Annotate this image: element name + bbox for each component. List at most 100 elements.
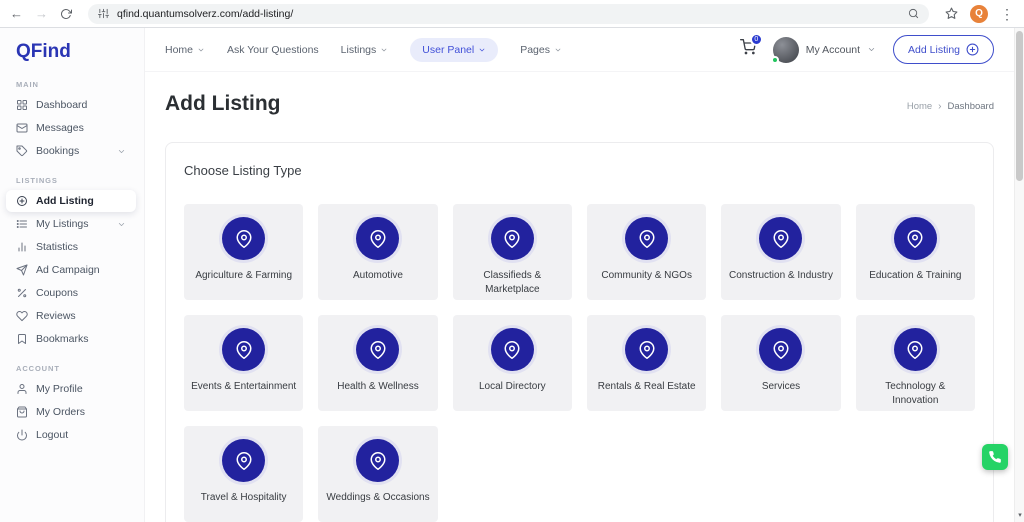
choose-listing-type-card: Choose Listing Type Agriculture & Farmin…	[165, 142, 994, 522]
user-avatar	[773, 37, 799, 63]
sidebar-item-dashboard[interactable]: Dashboard	[0, 94, 136, 116]
chevron-down-icon	[478, 46, 486, 54]
listing-type-label: Travel & Hospitality	[201, 491, 287, 505]
nav-item-home[interactable]: Home	[165, 44, 205, 56]
sidebar-item-reviews[interactable]: Reviews	[0, 305, 136, 327]
page-content: Add Listing Home › Dashboard Choose List…	[145, 72, 1014, 522]
refresh-icon[interactable]	[60, 8, 72, 20]
add-listing-icon	[16, 195, 28, 207]
listing-type-label: Local Directory	[479, 380, 546, 394]
listing-type-label: Health & Wellness	[337, 380, 419, 394]
nav-item-label: Listings	[341, 44, 377, 56]
sidebar-item-label: Dashboard	[36, 99, 87, 111]
add-listing-button[interactable]: Add Listing	[893, 35, 994, 64]
my-account-menu[interactable]: My Account	[773, 37, 876, 63]
sidebar-item-coupons[interactable]: Coupons	[0, 282, 136, 304]
nav-item-label: User Panel	[422, 44, 474, 56]
sidebar-item-label: My Profile	[36, 383, 83, 395]
listing-type-services[interactable]: Services	[721, 315, 840, 411]
statistics-icon	[16, 241, 28, 253]
location-pin-icon	[759, 328, 802, 371]
whatsapp-button[interactable]	[982, 444, 1008, 470]
breadcrumb: Home › Dashboard	[907, 101, 994, 112]
location-pin-icon	[356, 328, 399, 371]
listing-type-health-wellness[interactable]: Health & Wellness	[318, 315, 437, 411]
listing-type-local-directory[interactable]: Local Directory	[453, 315, 572, 411]
address-bar[interactable]: qfind.quantumsolverz.com/add-listing/	[88, 4, 929, 24]
back-icon[interactable]: ←	[10, 7, 23, 20]
bookmark-star-icon[interactable]	[945, 7, 958, 20]
sidebar-item-label: Add Listing	[36, 195, 94, 207]
sidebar-item-label: My Listings	[36, 218, 89, 230]
location-pin-icon	[625, 217, 668, 260]
listing-type-education-training[interactable]: Education & Training	[856, 204, 975, 300]
listing-type-label: Technology & Innovation	[862, 380, 968, 407]
scrollbar[interactable]: ▾	[1014, 28, 1024, 522]
listing-type-automotive[interactable]: Automotive	[318, 204, 437, 300]
nav-item-pages[interactable]: Pages	[520, 44, 562, 56]
listing-type-agriculture-farming[interactable]: Agriculture & Farming	[184, 204, 303, 300]
site-info-icon[interactable]	[98, 8, 109, 19]
sidebar-item-bookings[interactable]: Bookings	[0, 140, 136, 162]
sidebar-item-label: Messages	[36, 122, 84, 134]
location-pin-icon	[894, 328, 937, 371]
location-pin-icon	[894, 217, 937, 260]
listing-type-events-entertainment[interactable]: Events & Entertainment	[184, 315, 303, 411]
listing-type-travel-hospitality[interactable]: Travel & Hospitality	[184, 426, 303, 522]
listing-type-rentals-real-estate[interactable]: Rentals & Real Estate	[587, 315, 706, 411]
sidebar-item-my-listings[interactable]: My Listings	[0, 213, 136, 235]
plus-circle-icon	[966, 43, 979, 56]
sidebar-item-label: Reviews	[36, 310, 76, 322]
dashboard-icon	[16, 99, 28, 111]
nav-item-listings[interactable]: Listings	[341, 44, 389, 56]
chevron-down-icon	[197, 46, 205, 54]
scrollbar-thumb[interactable]	[1016, 31, 1023, 181]
location-pin-icon	[356, 217, 399, 260]
logout-icon	[16, 429, 28, 441]
nav-item-label: Home	[165, 44, 193, 56]
cart-button[interactable]: 0	[740, 39, 756, 60]
sidebar-item-logout[interactable]: Logout	[0, 424, 136, 446]
scroll-down-arrow[interactable]: ▾	[1015, 511, 1024, 521]
ad-campaign-icon	[16, 264, 28, 276]
url-text: qfind.quantumsolverz.com/add-listing/	[117, 8, 900, 20]
listing-type-construction-industry[interactable]: Construction & Industry	[721, 204, 840, 300]
nav-item-ask-your-questions[interactable]: Ask Your Questions	[227, 44, 319, 56]
forward-icon[interactable]: →	[35, 7, 48, 20]
sidebar-item-label: Bookings	[36, 145, 79, 157]
listing-type-technology-innovation[interactable]: Technology & Innovation	[856, 315, 975, 411]
sidebar-item-ad-campaign[interactable]: Ad Campaign	[0, 259, 136, 281]
sidebar-item-messages[interactable]: Messages	[0, 117, 136, 139]
location-pin-icon	[222, 439, 265, 482]
sidebar-item-statistics[interactable]: Statistics	[0, 236, 136, 258]
sidebar-item-label: Logout	[36, 429, 68, 441]
sidebar-item-bookmarks[interactable]: Bookmarks	[0, 328, 136, 350]
sidebar-item-label: Statistics	[36, 241, 78, 253]
location-pin-icon	[625, 328, 668, 371]
chevron-down-icon	[867, 45, 876, 54]
listing-type-weddings-occasions[interactable]: Weddings & Occasions	[318, 426, 437, 522]
card-title: Choose Listing Type	[184, 163, 975, 178]
nav-item-user-panel[interactable]: User Panel	[410, 38, 498, 62]
listing-type-label: Community & NGOs	[601, 269, 692, 283]
sidebar-item-my-orders[interactable]: My Orders	[0, 401, 136, 423]
location-pin-icon	[491, 217, 534, 260]
main-area: Home Ask Your Questions Listings User Panel…	[145, 28, 1014, 522]
nav-item-label: Pages	[520, 44, 550, 56]
browser-menu-icon[interactable]: ⋮	[1000, 7, 1014, 21]
listing-type-community-ngos[interactable]: Community & NGOs	[587, 204, 706, 300]
online-status-dot	[771, 56, 779, 64]
listing-type-classifieds-marketplace[interactable]: Classifieds & Marketplace	[453, 204, 572, 300]
chevron-down-icon	[117, 220, 126, 229]
breadcrumb-home[interactable]: Home	[907, 101, 932, 112]
chevron-down-icon	[117, 147, 126, 156]
sidebar-item-label: Ad Campaign	[36, 264, 100, 276]
browser-profile-avatar[interactable]: Q	[970, 5, 988, 23]
sidebar-item-label: My Orders	[36, 406, 85, 418]
sidebar-section-label: ACCOUNT	[0, 351, 144, 377]
sidebar: QFind MAINDashboardMessagesBookingsLISTI…	[0, 28, 145, 522]
sidebar-item-my-profile[interactable]: My Profile	[0, 378, 136, 400]
zoom-icon[interactable]	[908, 8, 919, 19]
sidebar-item-add-listing[interactable]: Add Listing	[6, 190, 136, 212]
app-logo[interactable]: QFind	[0, 28, 144, 67]
